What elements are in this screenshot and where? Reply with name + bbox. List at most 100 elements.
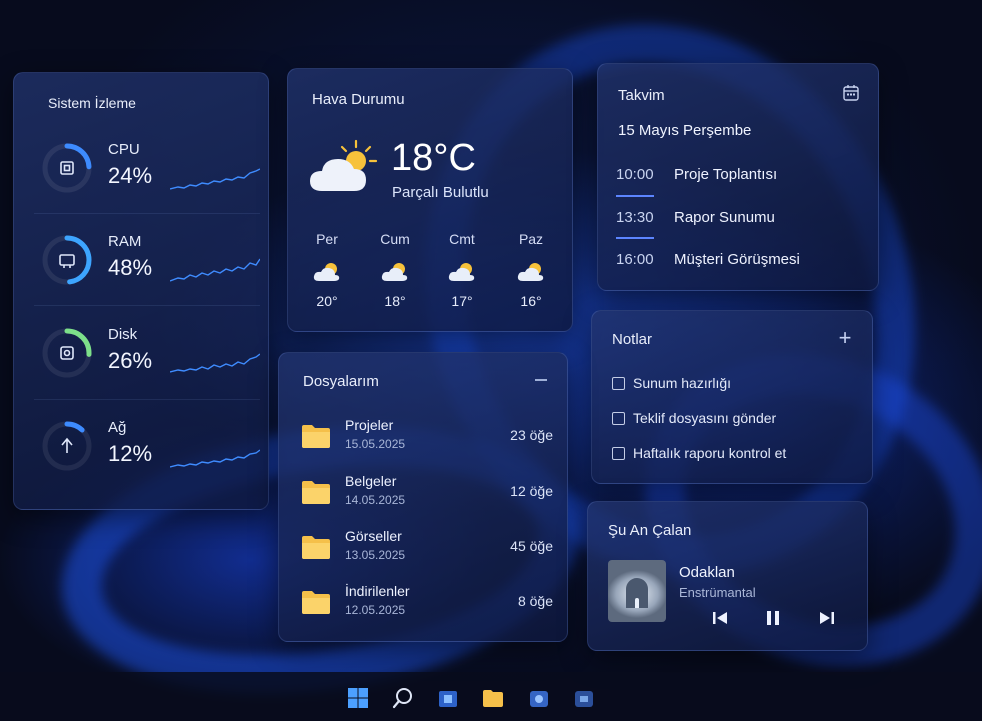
cpu-icon [60, 161, 74, 175]
minimize-icon[interactable] [533, 371, 549, 387]
note-text: Teklif dosyasını gönder [633, 410, 777, 426]
file-explorer-icon[interactable] [481, 686, 505, 710]
note-checkbox[interactable] [612, 446, 625, 460]
search-icon[interactable] [391, 686, 415, 710]
metric-label: Disk [108, 326, 138, 343]
forecast-day-name: Cmt [449, 231, 475, 247]
event-name: Müşteri Görüşmesi [674, 251, 800, 268]
folder-name: İndirilenler [345, 583, 410, 599]
metric-cpu: CPU 24% [40, 133, 260, 213]
calendar-widget: Takvim 15 Mayıs Perşembe 10:00 Proje Top… [597, 63, 879, 291]
widget-title: Dosyalarım [303, 373, 379, 390]
forecast-day: Paz 16° [506, 231, 556, 309]
files-widget: Dosyalarım Projeler 15.05.2025 23 öğe Be… [278, 352, 568, 642]
widget-title: Hava Durumu [312, 91, 405, 108]
forecast-temp: 17° [451, 293, 473, 309]
forecast-day-name: Cum [380, 231, 410, 247]
add-note-button[interactable]: + [834, 327, 856, 349]
note-checkbox[interactable] [612, 376, 625, 390]
folder-item[interactable]: Projeler 15.05.2025 23 öğe [301, 417, 553, 461]
media-player-widget: Şu An Çalan Odaklan Enstrümantal [587, 501, 868, 651]
next-track-icon[interactable] [817, 608, 837, 628]
divider [34, 399, 260, 400]
song-title: Odaklan [679, 564, 735, 581]
folder-date: 13.05.2025 [345, 548, 406, 562]
metric-value: 12% [108, 441, 153, 466]
cpu-sparkline [170, 168, 260, 190]
folder-name: Belgeler [345, 473, 397, 489]
disk-gauge [42, 328, 92, 378]
note-text: Haftalık raporu kontrol et [633, 445, 787, 461]
folder-name: Projeler [345, 417, 394, 433]
event-time: 10:00 [616, 166, 654, 183]
app-icon[interactable] [527, 686, 551, 710]
widget-title: Takvim [618, 87, 665, 104]
event-divider [616, 195, 654, 197]
disk-icon [60, 346, 74, 360]
calendar-event[interactable]: 13:30 Rapor Sunumu [616, 203, 866, 233]
network-gauge [42, 421, 92, 471]
ram-gauge [42, 235, 92, 285]
divider [34, 305, 260, 306]
folder-icon [302, 591, 330, 614]
folder-item[interactable]: Belgeler 14.05.2025 12 öğe [301, 473, 553, 517]
song-artist: Enstrümantal [679, 585, 756, 600]
metric-ram: RAM 48% [40, 225, 260, 305]
widget-title: Notlar [612, 331, 653, 348]
folder-date: 12.05.2025 [345, 603, 406, 617]
cpu-gauge [42, 143, 92, 193]
partly-cloudy-icon [310, 139, 378, 191]
start-icon[interactable] [346, 686, 370, 710]
note-item: Teklif dosyasını gönder [612, 408, 776, 428]
partly-cloudy-icon [517, 263, 544, 281]
event-name: Rapor Sunumu [674, 209, 775, 226]
system-monitor-widget: Sistem İzleme CPU 24% RAM 48% Disk 26% A… [13, 72, 269, 510]
forecast-day-name: Paz [518, 231, 544, 247]
forecast-day-name: Per [316, 231, 338, 247]
folder-icon [302, 536, 330, 559]
metric-label: RAM [108, 233, 142, 250]
pause-icon[interactable] [763, 608, 783, 628]
store-icon[interactable] [436, 686, 460, 710]
metric-label: CPU [108, 141, 140, 158]
folder-date: 15.05.2025 [345, 437, 406, 451]
folder-item[interactable]: İndirilenler 12.05.2025 8 öğe [301, 583, 553, 627]
calendar-event[interactable]: 16:00 Müşteri Görüşmesi [616, 245, 866, 275]
metric-value: 26% [108, 348, 153, 373]
weather-widget: Hava Durumu 18°C Parçalı Bulutlu Per 20°… [287, 68, 573, 332]
folder-count: 8 öğe [517, 593, 553, 609]
event-time: 13:30 [616, 209, 654, 226]
note-item: Sunum hazırlığı [612, 373, 731, 393]
folder-count: 45 öğe [510, 538, 553, 554]
disk-sparkline [170, 353, 260, 373]
metric-value: 48% [108, 255, 153, 280]
event-time: 16:00 [616, 251, 654, 268]
current-temperature: 18°C [391, 137, 476, 179]
folder-name: Görseller [345, 528, 402, 544]
partly-cloudy-icon [381, 263, 408, 281]
folder-icon [302, 425, 330, 448]
metric-network: Ağ 12% [40, 411, 260, 491]
metric-label: Ağ [108, 419, 127, 436]
network-icon [61, 437, 73, 453]
previous-track-icon[interactable] [710, 608, 730, 628]
widget-title: Şu An Çalan [608, 522, 692, 539]
album-art [608, 560, 666, 622]
calendar-event[interactable]: 10:00 Proje Toplantısı [616, 160, 866, 190]
note-item: Haftalık raporu kontrol et [612, 443, 786, 463]
calendar-date: 15 Mayıs Perşembe [618, 122, 752, 139]
note-text: Sunum hazırlığı [633, 375, 732, 391]
forecast-day: Cmt 17° [437, 231, 487, 309]
weather-condition: Parçalı Bulutlu [392, 184, 489, 201]
memory-icon [59, 254, 75, 268]
calendar-icon[interactable] [842, 84, 860, 102]
notes-widget: Notlar + Sunum hazırlığı Teklif dosyasın… [591, 310, 873, 484]
folder-item[interactable]: Görseller 13.05.2025 45 öğe [301, 528, 553, 572]
note-checkbox[interactable] [612, 411, 625, 425]
metric-disk: Disk 26% [40, 318, 260, 398]
forecast-temp: 16° [520, 293, 542, 309]
widget-title: Sistem İzleme [48, 95, 136, 111]
app-icon[interactable] [572, 686, 596, 710]
metric-value: 24% [108, 163, 153, 188]
event-divider [616, 237, 654, 239]
